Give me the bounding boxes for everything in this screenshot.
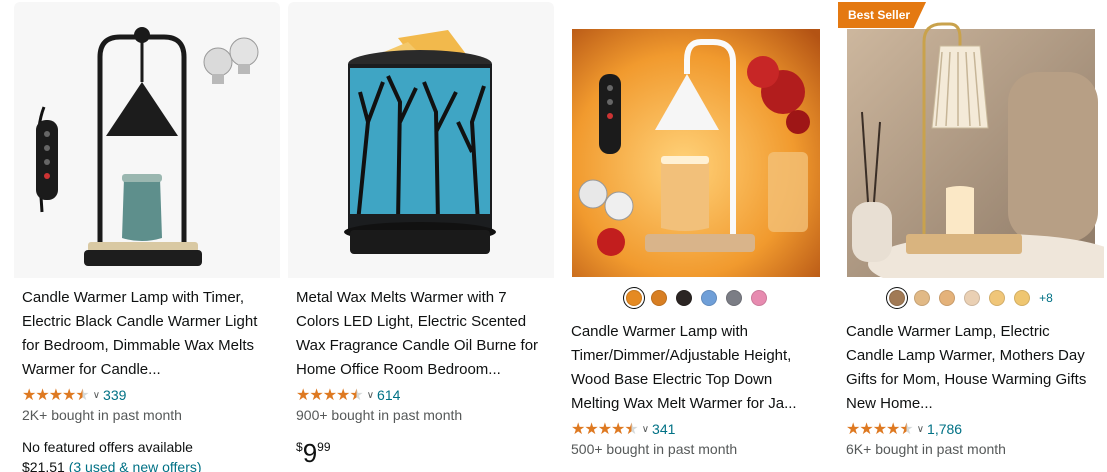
product-image-3[interactable] <box>563 2 829 278</box>
price-whole: 9 <box>302 438 318 468</box>
swatch-3[interactable] <box>939 290 956 306</box>
best-seller-badge: Best Seller <box>838 2 927 28</box>
offers-row: $21.51 (3 used & new offers) <box>22 459 202 472</box>
swatch-6[interactable] <box>750 290 767 306</box>
star-icon: ★★★★★ <box>22 387 90 404</box>
candle-warmer-lamp-white-image <box>572 29 820 277</box>
swatch-2[interactable] <box>914 290 931 306</box>
color-swatches: +8 <box>838 290 1104 306</box>
swatch-5[interactable] <box>989 290 1006 306</box>
metal-wax-warmer-image <box>344 30 496 254</box>
product-card-4[interactable]: Best Seller +8 Candle Warmer Lamp, Elect… <box>838 2 1104 472</box>
review-count[interactable]: 1,786 <box>927 421 962 437</box>
review-count[interactable]: 614 <box>377 387 400 403</box>
chevron-down-icon[interactable]: ∨ <box>367 390 374 401</box>
review-count[interactable]: 339 <box>103 387 126 403</box>
star-icon: ★★★★★ <box>571 421 639 438</box>
product-image-2[interactable] <box>288 2 554 278</box>
product-image-1[interactable] <box>14 2 280 278</box>
price[interactable]: $ 9 99 <box>296 440 331 466</box>
price-fraction: 99 <box>317 440 331 454</box>
swatch-3[interactable] <box>675 290 692 306</box>
rating-row[interactable]: ★★★★★ ∨ 614 <box>296 385 400 405</box>
swatch-1[interactable] <box>625 290 642 306</box>
review-count[interactable]: 341 <box>652 421 675 437</box>
swatch-6[interactable] <box>1014 290 1031 306</box>
swatch-5[interactable] <box>725 290 742 306</box>
bought-count: 500+ bought in past month <box>571 441 738 457</box>
product-card-1[interactable]: Candle Warmer Lamp with Timer, Electric … <box>14 2 280 472</box>
rating-row[interactable]: ★★★★★ ∨ 339 <box>22 385 126 405</box>
product-card-2[interactable]: Metal Wax Melts Warmer with 7 Colors LED… <box>288 2 554 472</box>
product-title[interactable]: Candle Warmer Lamp with Timer/Dimmer/Adj… <box>571 320 819 416</box>
product-image-4[interactable] <box>838 2 1104 278</box>
offers-link[interactable]: (3 used & new offers) <box>69 459 202 472</box>
price-symbol: $ <box>296 440 303 454</box>
chevron-down-icon[interactable]: ∨ <box>642 424 649 435</box>
product-title[interactable]: Candle Warmer Lamp, Electric Candle Lamp… <box>846 320 1094 416</box>
star-icon: ★★★★★ <box>296 387 364 404</box>
candle-warmer-lamp-black-image <box>36 27 259 266</box>
rating-row[interactable]: ★★★★★ ∨ 341 <box>571 419 675 439</box>
rating-row[interactable]: ★★★★★ ∨ 1,786 <box>846 419 962 439</box>
no-offer-text: No featured offers available <box>22 439 193 455</box>
product-title[interactable]: Metal Wax Melts Warmer with 7 Colors LED… <box>296 286 544 382</box>
candle-warmer-lamp-gold-image <box>847 22 1104 278</box>
bought-count: 900+ bought in past month <box>296 407 463 423</box>
swatch-4[interactable] <box>964 290 981 306</box>
offer-price: $21.51 <box>22 459 65 472</box>
bought-count: 2K+ bought in past month <box>22 407 182 423</box>
bought-count: 6K+ bought in past month <box>846 441 1006 457</box>
product-title[interactable]: Candle Warmer Lamp with Timer, Electric … <box>22 286 270 382</box>
swatch-4[interactable] <box>700 290 717 306</box>
color-swatches <box>563 290 829 306</box>
star-icon: ★★★★★ <box>846 421 914 438</box>
swatch-1[interactable] <box>889 290 906 306</box>
chevron-down-icon[interactable]: ∨ <box>917 424 924 435</box>
chevron-down-icon[interactable]: ∨ <box>93 390 100 401</box>
more-swatches-link[interactable]: +8 <box>1039 291 1053 305</box>
product-card-3[interactable]: Candle Warmer Lamp with Timer/Dimmer/Adj… <box>563 2 829 472</box>
swatch-2[interactable] <box>650 290 667 306</box>
